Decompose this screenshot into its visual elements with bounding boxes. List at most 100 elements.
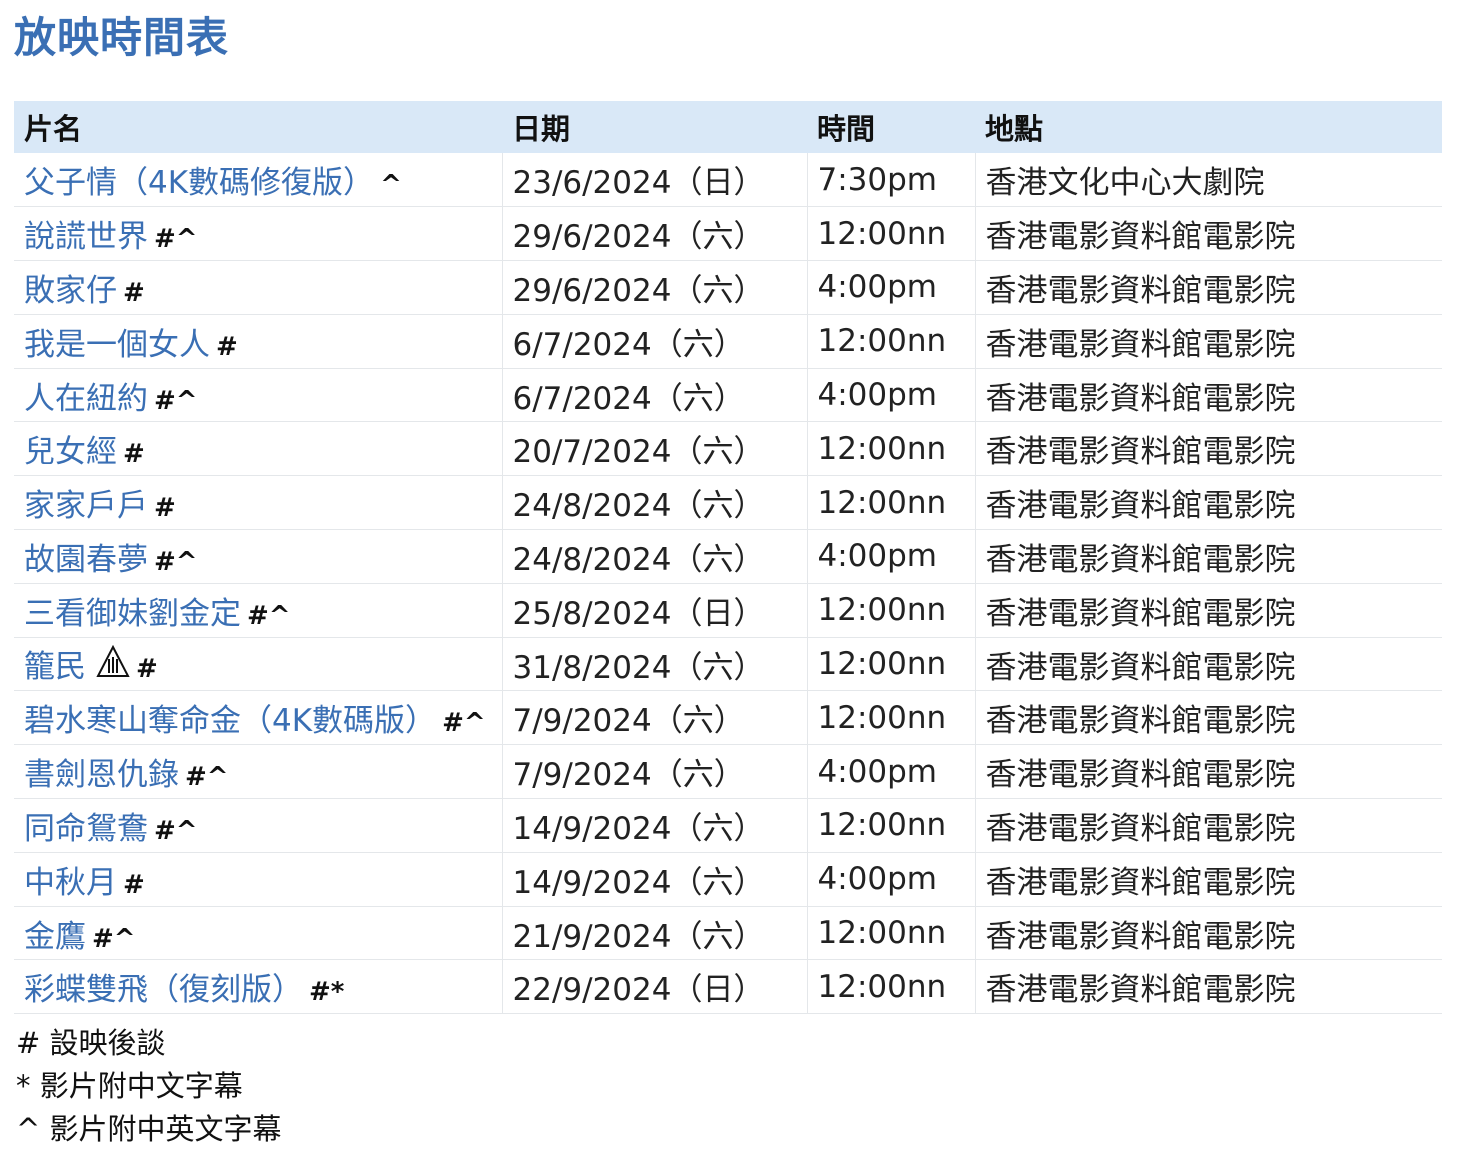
footnote-bilingual-subtitles: ^ 影片附中英文字幕	[16, 1112, 282, 1146]
time-cell: 4:00pm	[806, 744, 975, 799]
note-marks: #	[123, 869, 145, 900]
time-cell: 12:00nn	[806, 314, 975, 369]
date-cell: 29/6/2024（六）	[501, 260, 807, 315]
time-cell: 4:00pm	[806, 529, 975, 584]
film-link[interactable]: 同命鴛鴦	[24, 811, 148, 847]
film-link[interactable]: 說謊世界	[24, 219, 148, 255]
time-cell: 4:00pm	[806, 368, 975, 422]
table-row: 故園春夢 #^ 24/8/2024（六） 4:00pm 香港電影資料館電影院	[14, 529, 1442, 584]
table-row: 人在紐約 #^ 6/7/2024（六） 4:00pm 香港電影資料館電影院	[14, 368, 1442, 422]
film-cell: 三看御妹劉金定 #^	[14, 583, 502, 637]
time-cell: 12:00nn	[806, 421, 975, 476]
table-row: 中秋月 # 14/9/2024（六） 4:00pm 香港電影資料館電影院	[14, 852, 1442, 907]
venue-cell: 香港電影資料館電影院	[974, 959, 1442, 1014]
venue-cell: 香港電影資料館電影院	[974, 906, 1442, 960]
venue-cell: 香港電影資料館電影院	[974, 798, 1442, 853]
film-link[interactable]: 敗家仔	[24, 273, 117, 309]
date-cell: 24/8/2024（六）	[501, 529, 807, 584]
table-row: 書劍恩仇錄 #^ 7/9/2024（六） 4:00pm 香港電影資料館電影院	[14, 744, 1442, 799]
note-marks: #^	[185, 762, 229, 793]
venue-cell: 香港電影資料館電影院	[974, 421, 1442, 476]
note-marks: #^	[247, 600, 291, 631]
film-cell: 我是一個女人 #	[14, 314, 502, 368]
header-venue: 地點	[985, 112, 1044, 146]
film-cell: 碧水寒山奪命金（4K數碼版） #^	[14, 691, 502, 745]
venue-cell: 香港電影資料館電影院	[974, 260, 1442, 315]
date-cell: 23/6/2024（日）	[501, 153, 807, 207]
note-marks: #^	[154, 224, 198, 255]
film-link[interactable]: 人在紐約	[24, 381, 148, 417]
venue-cell: 香港文化中心大劇院	[974, 153, 1442, 207]
note-marks: #^	[442, 708, 486, 739]
film-link[interactable]: 家家戶戶	[24, 488, 148, 524]
header-date: 日期	[512, 112, 571, 146]
table-header-row: 片名 日期 時間 地點	[14, 101, 1442, 153]
date-cell: 20/7/2024（六）	[501, 421, 807, 476]
table-row: 我是一個女人 # 6/7/2024（六） 12:00nn 香港電影資料館電影院	[14, 314, 1442, 369]
note-marks: #*	[309, 977, 345, 1008]
note-marks: #	[123, 277, 145, 308]
table-row: 父子情（4K數碼修復版） ^ 23/6/2024（日） 7:30pm 香港文化中心…	[14, 153, 1442, 207]
film-link[interactable]: 籠民	[24, 649, 86, 685]
film-link[interactable]: 金鷹	[24, 919, 86, 955]
footnote-post-screening-talk: # 設映後談	[16, 1026, 166, 1060]
note-marks: #^	[154, 385, 198, 416]
venue-cell: 香港電影資料館電影院	[974, 852, 1442, 907]
venue-cell: 香港電影資料館電影院	[974, 314, 1442, 369]
date-cell: 29/6/2024（六）	[501, 206, 807, 261]
film-link[interactable]: 碧水寒山奪命金（4K數碼版）	[24, 703, 436, 739]
date-cell: 7/9/2024（六）	[501, 744, 807, 799]
table-row: 彩蝶雙飛（復刻版） #* 22/9/2024（日） 12:00nn 香港電影資料館…	[14, 959, 1442, 1014]
table-row: 家家戶戶 # 24/8/2024（六） 12:00nn 香港電影資料館電影院	[14, 475, 1442, 530]
date-cell: 25/8/2024（日）	[501, 583, 807, 638]
time-cell: 4:00pm	[806, 260, 975, 315]
time-cell: 12:00nn	[806, 475, 975, 530]
time-cell: 12:00nn	[806, 906, 975, 960]
venue-cell: 香港電影資料館電影院	[974, 529, 1442, 584]
time-cell: 12:00nn	[806, 583, 975, 638]
film-link[interactable]: 父子情（4K數碼修復版）	[24, 165, 374, 201]
time-cell: 7:30pm	[806, 153, 975, 207]
header-film: 片名	[24, 112, 83, 146]
note-marks: #^	[92, 923, 136, 954]
film-link[interactable]: 書劍恩仇錄	[24, 757, 179, 793]
date-cell: 14/9/2024（六）	[501, 798, 807, 853]
film-cell: 父子情（4K數碼修復版） ^	[14, 153, 502, 207]
header-time: 時間	[817, 112, 876, 146]
film-cell: 中秋月 #	[14, 852, 502, 906]
note-marks: #	[123, 439, 145, 470]
venue-cell: 香港電影資料館電影院	[974, 690, 1442, 745]
date-cell: 6/7/2024（六）	[501, 314, 807, 369]
table-row: 碧水寒山奪命金（4K數碼版） #^ 7/9/2024（六） 12:00nn 香港電…	[14, 690, 1442, 745]
film-cell: 敗家仔 #	[14, 261, 502, 315]
film-cell: 籠民 #	[14, 637, 502, 691]
note-marks: #	[154, 493, 176, 524]
film-link[interactable]: 我是一個女人	[24, 327, 210, 363]
film-link[interactable]: 中秋月	[24, 865, 117, 901]
date-cell: 31/8/2024（六）	[501, 637, 807, 691]
footnote-chinese-subtitles: * 影片附中文字幕	[16, 1069, 243, 1103]
film-link[interactable]: 彩蝶雙飛（復刻版）	[24, 972, 303, 1008]
film-cell: 說謊世界 #^	[14, 207, 502, 261]
note-marks: ^	[380, 170, 402, 201]
category-iii-rating-icon	[96, 644, 130, 687]
venue-cell: 香港電影資料館電影院	[974, 744, 1442, 799]
venue-cell: 香港電影資料館電影院	[974, 368, 1442, 422]
venue-cell: 香港電影資料館電影院	[974, 583, 1442, 638]
date-cell: 7/9/2024（六）	[501, 690, 807, 745]
film-link[interactable]: 兒女經	[24, 434, 117, 470]
film-link[interactable]: 故園春夢	[24, 542, 148, 578]
table-row: 兒女經 # 20/7/2024（六） 12:00nn 香港電影資料館電影院	[14, 421, 1442, 476]
date-cell: 6/7/2024（六）	[501, 368, 807, 422]
schedule-table: 片名 日期 時間 地點 父子情（4K數碼修復版） ^ 23/6/2024（日） 7…	[14, 101, 1442, 1014]
venue-cell: 香港電影資料館電影院	[974, 475, 1442, 530]
film-cell: 家家戶戶 #	[14, 476, 502, 530]
table-row: 同命鴛鴦 #^ 14/9/2024（六） 12:00nn 香港電影資料館電影院	[14, 798, 1442, 853]
date-cell: 24/8/2024（六）	[501, 475, 807, 530]
film-link[interactable]: 三看御妹劉金定	[24, 596, 241, 632]
table-row: 金鷹 #^ 21/9/2024（六） 12:00nn 香港電影資料館電影院	[14, 906, 1442, 960]
time-cell: 12:00nn	[806, 637, 975, 691]
film-cell: 人在紐約 #^	[14, 368, 502, 422]
date-cell: 22/9/2024（日）	[501, 959, 807, 1014]
film-cell: 故園春夢 #^	[14, 530, 502, 584]
